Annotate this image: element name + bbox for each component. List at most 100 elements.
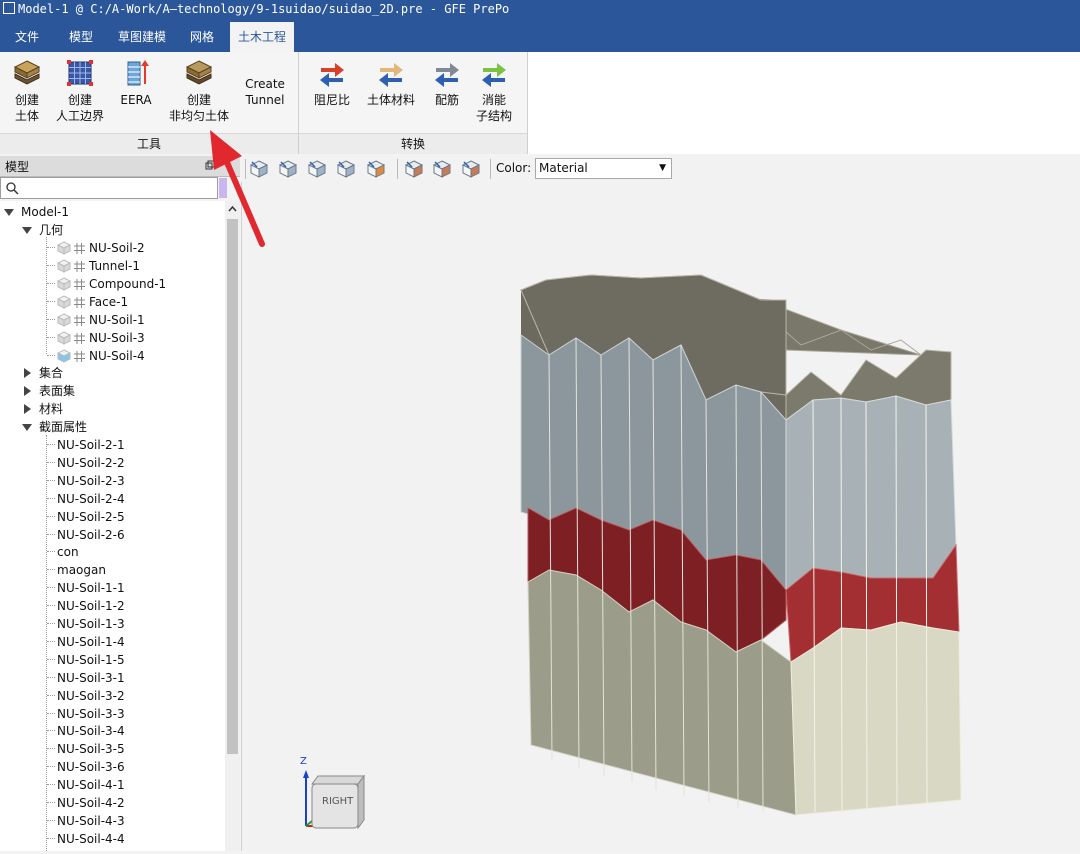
expanded-arrow-icon[interactable]	[22, 227, 32, 234]
toolbar-separator	[397, 159, 398, 179]
energy-dissipation-substructure-button[interactable]: 消能 子结构	[471, 58, 517, 124]
create-soil-label-2: 土体	[14, 109, 39, 123]
tree-item-label: NU-Soil-2-5	[57, 509, 125, 524]
create-artificial-boundary-button[interactable]: 创建 人工边界	[52, 58, 108, 124]
mesh-grid-icon	[74, 279, 85, 290]
tree-guide-line	[47, 497, 55, 499]
3d-viewport[interactable]: Z RIGHT	[241, 182, 1080, 851]
tree-guide-line	[47, 533, 55, 535]
z-axis-arrow-icon	[303, 770, 309, 778]
create-tunnel-button[interactable]: Create Tunnel	[238, 76, 292, 108]
view-orientation-button[interactable]	[307, 159, 327, 179]
tree-search-input[interactable]	[23, 180, 217, 198]
tree-item-label: NU-Soil-4-1	[57, 778, 125, 793]
tree-guide-line	[47, 694, 55, 696]
convert-group-label: 转换	[299, 133, 527, 154]
chevron-down-icon: ▼	[659, 163, 666, 173]
tree-guide-line	[47, 337, 55, 338]
tree-item-label: NU-Soil-4	[89, 349, 145, 363]
convert-arrows-grey-icon	[435, 63, 459, 87]
mesh-grid-icon	[74, 297, 85, 308]
tree-guide-line	[47, 712, 55, 714]
tree-item-label: NU-Soil-3	[89, 331, 145, 345]
view-cube[interactable]	[296, 754, 376, 834]
solid-cube-icon	[57, 349, 71, 363]
menu-file[interactable]: 文件	[4, 22, 50, 52]
scrollbar-thumb[interactable]	[227, 219, 238, 754]
soil-material-button[interactable]: 土体材料	[361, 58, 421, 108]
damping-ratio-label: 阻尼比	[313, 93, 350, 107]
tree-guide-line	[47, 551, 55, 553]
tree-item-label: NU-Soil-1-5	[57, 652, 125, 667]
create-soil-label-1: 创建	[14, 93, 39, 107]
title-bar: Model-1 @ C:/A-Work/A—technology/9-1suid…	[0, 0, 1080, 22]
expanded-arrow-icon[interactable]	[4, 209, 14, 216]
view-cube-icon	[366, 160, 386, 178]
solid-cube-icon	[57, 295, 71, 309]
menu-sketch[interactable]: 草图建模	[110, 22, 174, 52]
tree-guide-line	[47, 623, 55, 624]
view-orientation-button[interactable]	[336, 159, 356, 179]
collapsed-arrow-icon[interactable]	[24, 386, 31, 396]
tree-item-label: NU-Soil-3-1	[57, 670, 125, 685]
tree-guide-line	[47, 355, 55, 356]
tree-item-label: con	[57, 545, 79, 560]
tree-guide-line	[47, 802, 55, 803]
reinforcement-label: 配筋	[434, 93, 459, 107]
view-orientation-button[interactable]	[278, 159, 298, 179]
create-soil-button[interactable]: 创建 土体	[4, 58, 50, 124]
boundary-grid-icon	[67, 60, 93, 86]
tree-search-box[interactable]	[0, 177, 218, 199]
tree-item-label: NU-Soil-4-2	[57, 796, 125, 810]
expanded-arrow-icon[interactable]	[22, 424, 32, 431]
tree-item-label: NU-Soil-3-2	[57, 688, 125, 703]
tree-node-label: 集合	[39, 366, 64, 380]
mesh-grid-icon	[74, 315, 85, 326]
menu-mesh[interactable]: 网格	[178, 22, 226, 52]
view-orientation-button[interactable]	[366, 159, 386, 179]
tree-item-label: NU-Soil-1-4	[57, 634, 125, 649]
color-mode-select[interactable]: Material ▼	[535, 158, 672, 179]
energy-dissipation-label-1: 消能	[481, 93, 506, 107]
mesh-grid-icon	[74, 261, 85, 272]
solid-cube-icon	[57, 259, 71, 273]
eera-button[interactable]: EERA	[114, 58, 158, 108]
view-cube-icon	[278, 160, 298, 178]
tree-item-label: NU-Soil-1-2	[57, 599, 125, 614]
collapsed-arrow-icon[interactable]	[24, 404, 31, 414]
collapsed-arrow-icon[interactable]	[24, 368, 31, 378]
tree-guide-line	[47, 479, 55, 481]
tree-guide-line	[47, 819, 55, 821]
create-artificial-boundary-label-1: 创建	[67, 93, 92, 107]
tree-item-label: NU-Soil-1	[89, 313, 145, 327]
toolbar-separator	[490, 159, 491, 179]
damping-ratio-button[interactable]: 阻尼比	[307, 58, 357, 108]
tree-scrollbar[interactable]	[225, 201, 240, 851]
view-orientation-button[interactable]	[404, 159, 424, 179]
create-artificial-boundary-label-2: 人工边界	[55, 109, 104, 123]
view-cube-icon	[307, 160, 327, 178]
tree-item-label: NU-Soil-4-4	[57, 831, 125, 846]
tree-item-label: NU-Soil-3-4	[57, 724, 125, 739]
tree-item-label: NU-Soil-2-2	[57, 455, 125, 470]
mesh-grid-icon	[74, 333, 85, 344]
tree-node-label: 材料	[39, 402, 64, 416]
ribbon-group-convert: 阻尼比 土体材料 配筋 消能 子结构 转换	[299, 52, 528, 154]
eera-label: EERA	[120, 93, 152, 107]
tree-item-label: Tunnel-1	[89, 259, 141, 273]
menu-civil-engineering[interactable]: 土木工程	[230, 22, 294, 52]
tree-item-label: NU-Soil-2-4	[57, 491, 125, 506]
tree-guide-line	[47, 605, 55, 607]
tree-guide-line	[47, 658, 55, 660]
create-tunnel-label-2: Tunnel	[245, 93, 285, 107]
view-orientation-button[interactable]	[432, 159, 452, 179]
create-nonuniform-soil-button[interactable]: 创建 非均匀土体	[164, 58, 234, 124]
tree-guide-line	[47, 676, 55, 678]
nonuniform-soil-icon	[185, 60, 213, 85]
reinforcement-button[interactable]: 配筋	[427, 58, 467, 108]
view-orientation-button[interactable]	[461, 159, 481, 179]
tree-item-label: NU-Soil-2	[89, 241, 145, 255]
soil-layer-grey-side	[785, 395, 957, 592]
menu-model[interactable]: 模型	[56, 22, 106, 52]
view-cube-icon	[461, 160, 481, 178]
